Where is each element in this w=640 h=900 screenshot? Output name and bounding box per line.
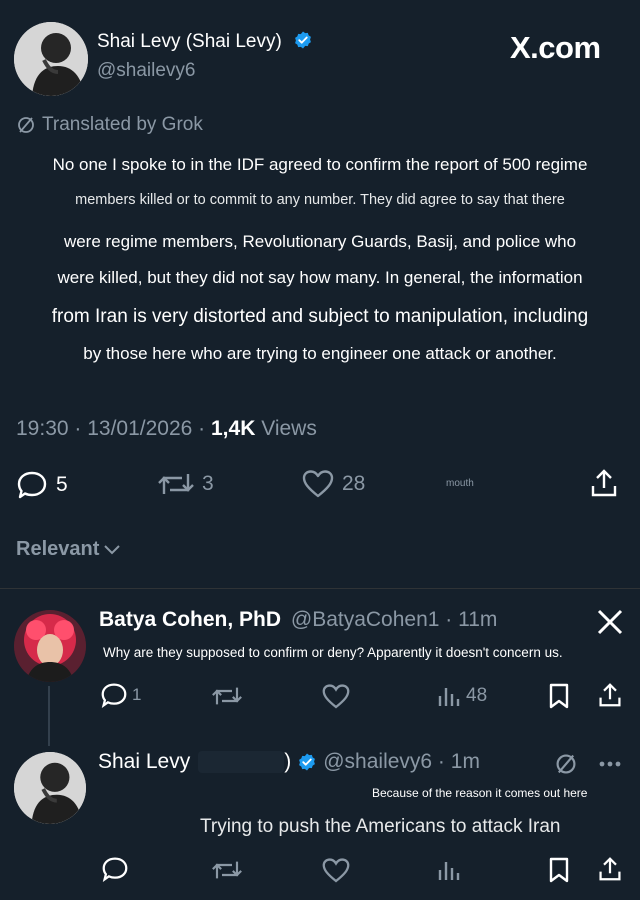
grok-icon <box>16 115 36 135</box>
redacted-name-blur <box>198 751 285 773</box>
reply2-caption: Because of the reason it comes out here <box>372 786 588 800</box>
reply-icon <box>16 470 48 500</box>
like-count: 28 <box>342 472 366 495</box>
reply1-handle-time[interactable]: @BatyaCohen1 · 11m <box>291 608 498 631</box>
repost-icon <box>158 470 194 498</box>
reply2-header: Shai Levy ) @shailevy6 · 1m <box>98 750 480 774</box>
reply-icon <box>100 682 128 708</box>
reply2-heart-icon[interactable] <box>322 858 350 883</box>
reply1-header: Batya Cohen, PhD @BatyaCohen1 · 11m <box>99 608 497 632</box>
divider <box>0 588 640 589</box>
author-display-name[interactable]: Shai Levy (Shai Levy) <box>97 31 282 52</box>
reply2-handle-time[interactable]: @shailevy6 · 1m <box>323 750 480 774</box>
views-label: Views <box>261 417 317 440</box>
x-logo-icon <box>596 608 624 636</box>
small-label: mouth <box>446 478 474 489</box>
share-icon[interactable] <box>590 468 618 498</box>
verified-badge-icon <box>293 30 313 50</box>
reply1-heart-icon[interactable] <box>322 684 350 709</box>
tweet-text-line: by those here who are trying to engineer… <box>83 344 557 363</box>
share-icon[interactable] <box>598 682 622 708</box>
reply1-reply-button[interactable]: 1 <box>100 682 141 708</box>
views-bar-chart-icon[interactable] <box>436 858 460 882</box>
translated-row: Translated by Grok <box>16 114 203 136</box>
reply1-reply-count: 1 <box>132 685 142 704</box>
author-handle[interactable]: @shailevy6 <box>97 60 196 82</box>
avatar-shai-levy[interactable] <box>14 22 88 96</box>
avatar-shai-levy[interactable] <box>14 752 86 824</box>
reply2-text: Trying to push the Americans to attack I… <box>200 816 561 837</box>
like-button[interactable]: 28 <box>302 470 365 498</box>
tweet-meta: 19:30 · 13/01/2026 · 1,4K Views <box>16 417 317 441</box>
views-count: 1,4K <box>211 417 256 440</box>
verified-badge-icon <box>297 752 317 772</box>
bookmark-icon[interactable] <box>548 683 570 709</box>
views-bar-chart-icon <box>436 684 460 708</box>
repost-count: 3 <box>202 472 214 495</box>
tweet-text-line: were killed, but they did not say how ma… <box>57 268 583 287</box>
reply1-views-button[interactable]: 48 <box>436 684 487 708</box>
x-com-logo: X.com <box>510 30 601 65</box>
reply1-display-name[interactable]: Batya Cohen, PhD <box>99 608 281 631</box>
sort-dropdown[interactable]: Relevant <box>16 538 121 561</box>
reply1-repost-icon[interactable] <box>212 684 242 708</box>
tweet-text-line: from Iran is very distorted and subject … <box>51 306 589 327</box>
sort-label: Relevant <box>16 538 100 560</box>
tweet-timestamp[interactable]: 19:30 · 13/01/2026 · <box>16 417 205 440</box>
reply2-display-name[interactable]: Shai Levy <box>98 750 190 774</box>
tweet-text-line: were regime members, Revolutionary Guard… <box>63 232 577 251</box>
repost-button[interactable]: 3 <box>158 470 214 498</box>
thread-line <box>48 686 50 746</box>
share-icon[interactable] <box>598 856 622 882</box>
tweet-text-line: members killed or to commit to any numbe… <box>75 192 565 208</box>
reply2-paren: ) <box>284 750 292 773</box>
author-name-row: Shai Levy (Shai Levy) <box>97 30 313 53</box>
more-options-icon[interactable] <box>598 760 622 768</box>
bookmark-icon[interactable] <box>548 857 570 883</box>
tweet-text-line: No one I spoke to in the IDF agreed to c… <box>52 155 588 174</box>
grok-icon[interactable] <box>554 752 578 776</box>
chevron-down-icon <box>103 543 121 557</box>
reply2-reply-icon[interactable] <box>101 856 129 882</box>
reply2-repost-icon[interactable] <box>212 858 242 882</box>
reply-button[interactable]: 5 <box>16 470 68 500</box>
reply1-views-count: 48 <box>466 685 488 706</box>
reply-count: 5 <box>56 473 68 496</box>
translated-by-grok-label[interactable]: Translated by Grok <box>42 114 203 136</box>
avatar-batya-cohen[interactable] <box>14 610 86 682</box>
heart-icon <box>302 470 334 498</box>
reply1-text: Why are they supposed to confirm or deny… <box>103 645 563 660</box>
